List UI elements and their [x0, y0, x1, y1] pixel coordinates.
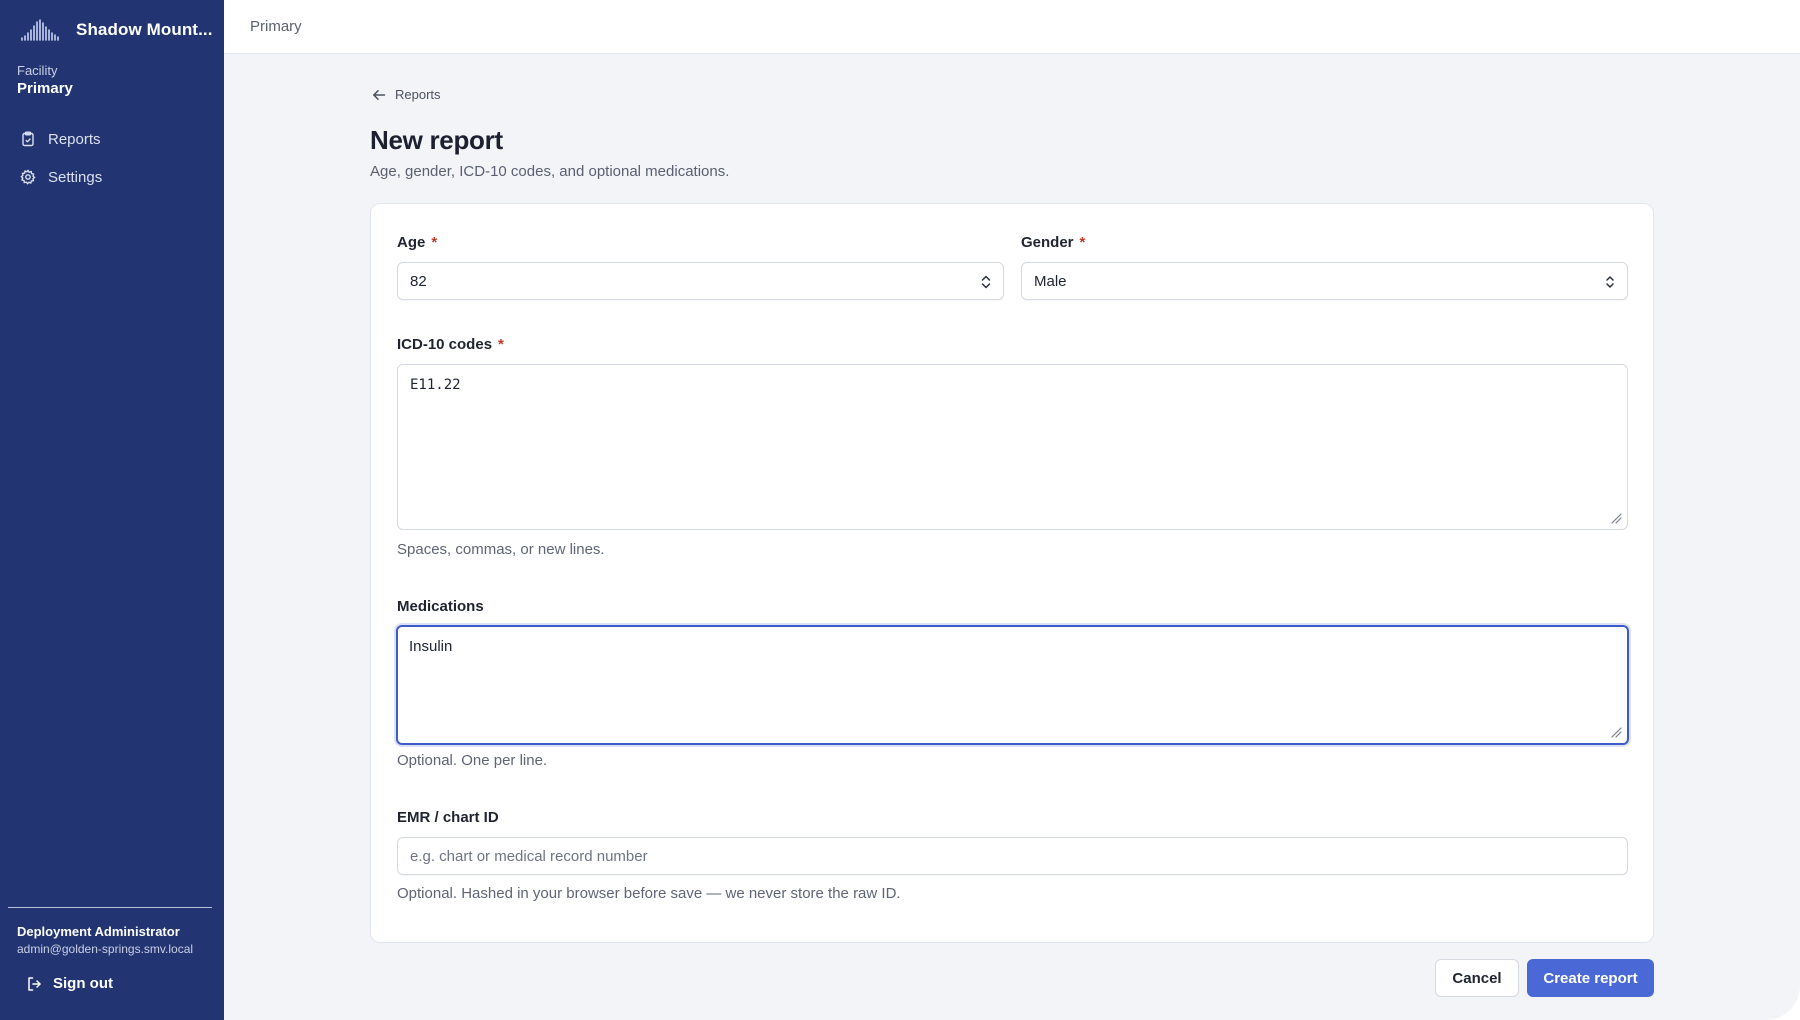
- facility-selector[interactable]: Facility Primary: [17, 63, 73, 97]
- main-area: Primary Reports New report Age, gender, …: [224, 0, 1800, 1020]
- sign-out-button[interactable]: Sign out: [26, 975, 113, 992]
- number-stepper-icon[interactable]: [981, 274, 991, 290]
- icd-codes-textarea[interactable]: E11.22: [397, 364, 1628, 530]
- user-info: Deployment Administrator admin@golden-sp…: [17, 924, 193, 956]
- emr-input[interactable]: e.g. chart or medical record number: [397, 837, 1628, 875]
- logo-icon: [21, 19, 59, 41]
- cancel-button[interactable]: Cancel: [1435, 959, 1519, 997]
- age-value: 82: [410, 272, 427, 290]
- gender-label-text: Gender: [1021, 234, 1074, 251]
- medications-textarea[interactable]: Insulin: [396, 625, 1629, 745]
- age-input[interactable]: 82: [397, 262, 1004, 300]
- resize-handle-icon[interactable]: [1610, 726, 1622, 738]
- create-report-button[interactable]: Create report: [1527, 959, 1654, 997]
- icd-label-text: ICD-10 codes: [397, 336, 493, 353]
- emr-label-text: EMR / chart ID: [397, 809, 499, 826]
- brand-name: Shadow Mount...: [76, 20, 213, 39]
- user-name: Deployment Administrator: [17, 924, 180, 939]
- page-title: New report: [370, 125, 503, 155]
- chevron-up-down-icon: [1606, 276, 1614, 288]
- top-bar-title: Primary: [250, 18, 302, 35]
- age-label-text: Age: [397, 234, 426, 251]
- back-link-label: Reports: [395, 87, 441, 102]
- medications-hint: Optional. One per line.: [397, 752, 548, 769]
- medications-label: Medications: [397, 598, 484, 615]
- emr-placeholder: e.g. chart or medical record number: [410, 847, 648, 865]
- resize-handle-icon[interactable]: [1610, 512, 1622, 524]
- sidebar-nav: Reports Settings: [0, 120, 224, 196]
- top-bar: Primary: [224, 0, 1800, 54]
- age-label: Age *: [397, 234, 437, 251]
- gender-value: Male: [1034, 272, 1067, 290]
- required-mark: *: [431, 234, 438, 251]
- emr-hint: Optional. Hashed in your browser before …: [397, 885, 901, 902]
- report-form-card: Age * 82 Gender * Male ICD-10 codes * E1…: [370, 203, 1654, 943]
- app-window: Shadow Mount... Facility Primary Reports: [0, 0, 1800, 1020]
- back-to-reports-link[interactable]: Reports: [372, 87, 441, 102]
- medications-label-text: Medications: [397, 598, 484, 615]
- sidebar-item-settings[interactable]: Settings: [0, 158, 224, 196]
- sign-out-label: Sign out: [53, 975, 113, 992]
- icd-hint: Spaces, commas, or new lines.: [397, 541, 605, 558]
- gender-label: Gender *: [1021, 234, 1085, 251]
- user-email: admin@golden-springs.smv.local: [17, 942, 194, 956]
- icd-codes-value: E11.22: [410, 377, 461, 393]
- facility-label: Facility: [17, 63, 58, 78]
- sidebar-item-reports[interactable]: Reports: [0, 120, 224, 158]
- gender-select[interactable]: Male: [1021, 262, 1628, 300]
- emr-label: EMR / chart ID: [397, 809, 499, 826]
- medications-value: Insulin: [409, 638, 453, 655]
- clipboard-icon: [22, 131, 34, 147]
- required-mark: *: [1079, 234, 1086, 251]
- brand[interactable]: Shadow Mount...: [20, 18, 213, 42]
- arrow-left-icon: [373, 89, 386, 100]
- sidebar: Shadow Mount... Facility Primary Reports: [0, 0, 224, 1020]
- sidebar-item-label: Settings: [48, 168, 103, 186]
- required-mark: *: [498, 336, 504, 353]
- facility-value: Primary: [17, 80, 73, 97]
- page-subtitle: Age, gender, ICD-10 codes, and optional …: [370, 163, 730, 180]
- gear-icon: [20, 169, 36, 185]
- sign-out-icon: [28, 976, 41, 991]
- sidebar-item-label: Reports: [48, 130, 101, 148]
- icd-label: ICD-10 codes *: [397, 336, 504, 353]
- sidebar-divider: [8, 907, 212, 908]
